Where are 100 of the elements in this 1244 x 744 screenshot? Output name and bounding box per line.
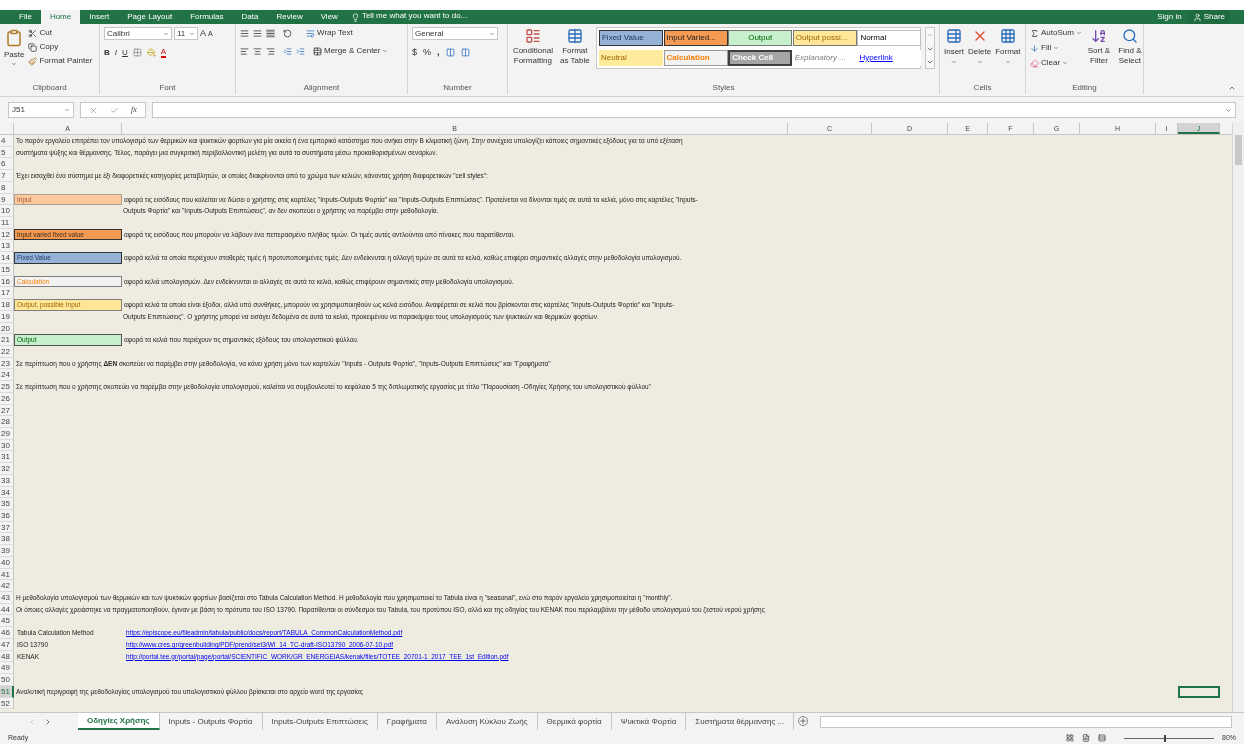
row-header[interactable]: 13: [0, 240, 14, 253]
fill-button[interactable]: Fill: [1030, 42, 1082, 54]
row-header[interactable]: 38: [0, 533, 14, 546]
orientation-icon[interactable]: [283, 28, 292, 38]
row-header[interactable]: 7: [0, 170, 14, 182]
row-header[interactable]: 10: [0, 205, 14, 218]
add-sheet-icon[interactable]: [798, 716, 809, 726]
page-layout-icon[interactable]: [1082, 734, 1090, 742]
middle-align-icon[interactable]: [253, 28, 262, 38]
borders-icon[interactable]: [132, 48, 142, 57]
row-header[interactable]: 42: [0, 580, 14, 593]
clear-button[interactable]: Clear: [1030, 57, 1082, 69]
comma-button[interactable]: ,: [437, 46, 440, 60]
number-format-dropdown[interactable]: General: [412, 27, 498, 40]
ribbon-tab[interactable]: Data: [232, 10, 268, 24]
row-header[interactable]: 43: [0, 592, 14, 604]
grow-font-button[interactable]: A: [200, 27, 206, 41]
cell-style-swatch[interactable]: Input Varied...: [663, 30, 728, 46]
ribbon-tab[interactable]: File: [10, 10, 41, 24]
tell-me-field[interactable]: Tell me what you want to do...: [361, 10, 468, 22]
row-header[interactable]: 36: [0, 510, 14, 522]
sign-in-link[interactable]: Sign in: [1151, 11, 1188, 23]
ribbon-tab[interactable]: View: [311, 10, 347, 24]
sheet-tab[interactable]: Οδηγίες Χρήσης: [78, 713, 160, 730]
autosum-button[interactable]: AutoSum: [1030, 27, 1082, 39]
ribbon-tab[interactable]: Formulas: [181, 10, 233, 24]
row-header[interactable]: 50: [0, 674, 14, 686]
font-name-dropdown[interactable]: Calibri: [104, 27, 172, 41]
cell-style-swatch[interactable]: Output possi...: [792, 30, 857, 46]
row-header[interactable]: 32: [0, 463, 14, 475]
row-header[interactable]: 31: [0, 451, 14, 464]
collapse-ribbon-icon[interactable]: [1228, 84, 1236, 92]
sheet-tab[interactable]: Ανάλυση Κύκλου Ζωής: [436, 713, 538, 730]
sheet-tab[interactable]: Inputs-Outputs Επιπτώσεις: [262, 713, 378, 730]
row-header[interactable]: 49: [0, 662, 14, 675]
top-align-icon[interactable]: [240, 28, 249, 38]
ribbon-tab[interactable]: Insert: [80, 10, 119, 24]
row-header[interactable]: 39: [0, 545, 14, 557]
ribbon-tab[interactable]: Home: [40, 10, 81, 24]
row-header[interactable]: 4: [0, 135, 14, 147]
cell-style-swatch[interactable]: Hyperlink: [857, 50, 922, 66]
row-header[interactable]: 14: [0, 252, 14, 264]
row-header[interactable]: 17: [0, 287, 14, 300]
delete-button[interactable]: Delete: [968, 27, 992, 65]
row-header[interactable]: 25: [0, 381, 14, 393]
scroll-thumb[interactable]: [1235, 135, 1242, 165]
fill-color-icon[interactable]: [146, 48, 156, 57]
format-button[interactable]: Format: [995, 27, 1021, 65]
row-header[interactable]: 6: [0, 158, 14, 171]
ribbon-tab[interactable]: Page Layout: [118, 10, 182, 24]
ribbon-tab[interactable]: Review: [267, 10, 312, 24]
formula-input[interactable]: [151, 102, 1236, 118]
cell-style-swatch[interactable]: Fixed Value: [598, 30, 663, 46]
normal-view-icon[interactable]: [1066, 734, 1074, 742]
align-right-icon[interactable]: [266, 46, 275, 56]
paste-button[interactable]: Paste: [4, 27, 25, 67]
row-header[interactable]: 11: [0, 217, 14, 229]
currency-button[interactable]: $: [412, 46, 417, 60]
decrease-indent-icon[interactable]: [283, 46, 292, 56]
insert-button[interactable]: Insert: [944, 27, 964, 65]
sheet-tab[interactable]: Συστήματα θέρμανσης ...: [686, 713, 795, 730]
wrap-text-button[interactable]: Wrap Text: [306, 27, 353, 39]
selected-cell[interactable]: [1178, 685, 1220, 698]
row-header[interactable]: 24: [0, 369, 14, 382]
percent-button[interactable]: %: [423, 46, 432, 60]
italic-button[interactable]: I: [114, 46, 117, 59]
cell-style-swatch[interactable]: Output: [728, 30, 793, 46]
increase-indent-icon[interactable]: [296, 46, 305, 56]
sheet-tab[interactable]: Γραφήματα: [377, 713, 437, 730]
copy-button[interactable]: Copy: [28, 41, 93, 53]
row-header[interactable]: 21: [0, 334, 14, 346]
row-header[interactable]: 35: [0, 498, 14, 510]
font-color-button[interactable]: A: [160, 47, 167, 58]
format-as-table-button[interactable]: Format as Table: [557, 27, 592, 69]
conditional-formatting-button[interactable]: Conditional Formatting: [512, 27, 554, 69]
find-select-button[interactable]: Find & Select: [1115, 27, 1144, 69]
font-size-dropdown[interactable]: 11: [174, 27, 198, 41]
cut-button[interactable]: Cut: [28, 27, 93, 39]
merge-center-button[interactable]: Merge & Center: [313, 45, 389, 57]
bold-button[interactable]: B: [104, 46, 110, 59]
horizontal-scrollbar[interactable]: [820, 716, 1232, 728]
sheet-tab[interactable]: Θερμικά φορτία: [537, 713, 612, 730]
insert-function-button[interactable]: fx: [131, 104, 137, 116]
bottom-align-icon[interactable]: [266, 28, 275, 38]
cell-style-swatch[interactable]: Neutral: [598, 50, 663, 66]
sort-filter-button[interactable]: Sort & Filter: [1085, 27, 1112, 69]
cell-style-swatch[interactable]: Normal: [857, 30, 922, 46]
align-left-icon[interactable]: [240, 46, 249, 56]
share-button[interactable]: Share: [1187, 10, 1230, 24]
sheet-tab[interactable]: Inputs - Outputs Φορτία: [159, 713, 263, 730]
row-header[interactable]: 18: [0, 299, 14, 311]
slider-thumb[interactable]: [1164, 734, 1167, 742]
row-header[interactable]: 28: [0, 416, 14, 428]
underline-button[interactable]: U: [122, 46, 128, 59]
next-sheet-icon[interactable]: [44, 718, 52, 726]
row-header[interactable]: 46: [0, 627, 14, 639]
row-header[interactable]: 45: [0, 615, 14, 628]
name-box[interactable]: J51: [8, 102, 74, 118]
sheet-tab[interactable]: Ψυκτικά Φορτία: [611, 713, 687, 730]
align-center-icon[interactable]: [253, 46, 262, 56]
